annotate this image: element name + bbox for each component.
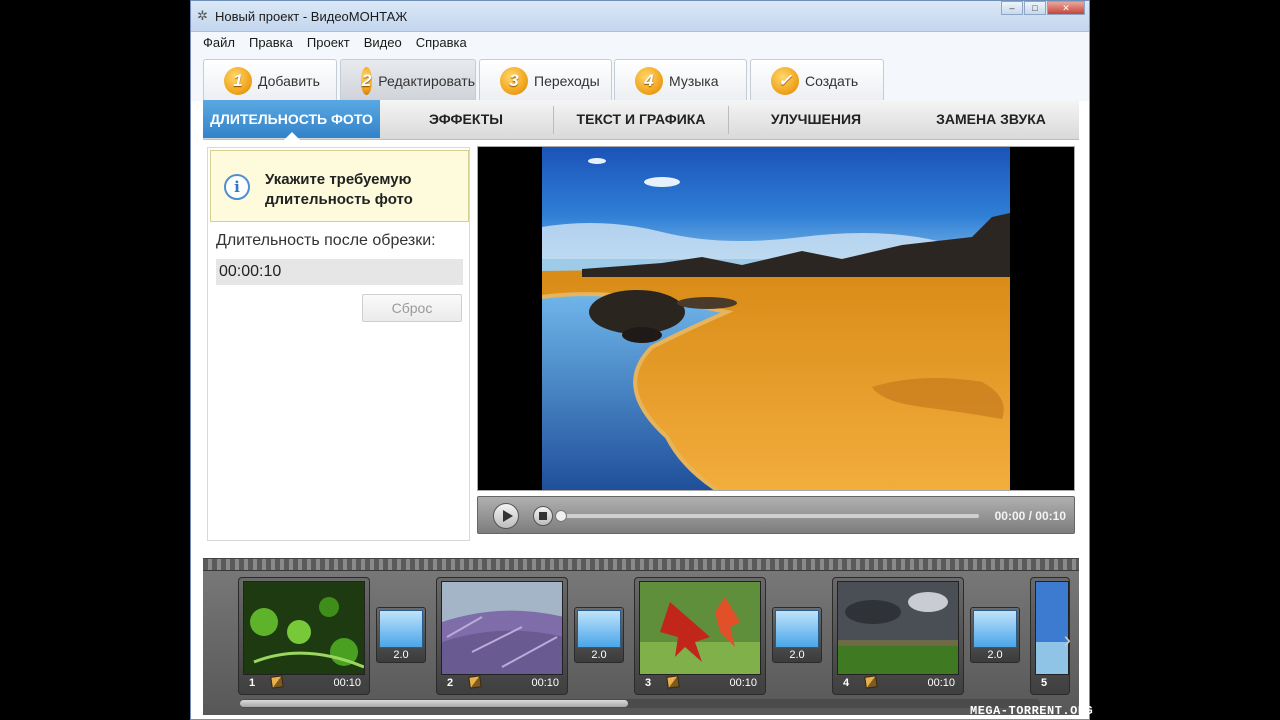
transition-duration: 2.0 xyxy=(591,649,607,661)
step-label: Редактировать xyxy=(378,72,475,89)
duration-field[interactable] xyxy=(216,259,463,285)
green-leaves-thumbnail xyxy=(244,582,364,674)
window-title: Новый проект - ВидеоМОНТАЖ xyxy=(215,9,408,24)
transition-preview xyxy=(577,610,621,648)
step-number-badge: 1 xyxy=(224,66,252,95)
step-label: Переходы xyxy=(534,72,600,89)
step-create[interactable]: ✓ Создать xyxy=(750,59,884,101)
clip-number: 5 xyxy=(1041,677,1048,689)
step-label: Музыка xyxy=(669,72,719,89)
step-number-badge: 4 xyxy=(635,66,663,95)
app-window: ✲ Новый проект - ВидеоМОНТАЖ – □ ✕ Файл … xyxy=(190,0,1090,720)
menu-file[interactable]: Файл xyxy=(203,32,235,54)
preview-photo xyxy=(542,147,1010,490)
transition-preview xyxy=(379,610,423,648)
edit-tabs: ДЛИТЕЛЬНОСТЬ ФОТО ЭФФЕКТЫ ТЕКСТ И ГРАФИК… xyxy=(203,100,1079,140)
clip-thumbnail xyxy=(837,581,959,675)
transition-duration: 2.0 xyxy=(789,649,805,661)
player-controls: 00:00 / 00:10 xyxy=(477,496,1075,534)
transition-slot[interactable]: 2.0 xyxy=(376,607,426,663)
duration-label: Длительность после обрезки: xyxy=(216,232,436,249)
clip-number: 3 xyxy=(645,677,652,689)
step-label: Добавить xyxy=(258,72,320,89)
transition-slot[interactable]: 2.0 xyxy=(772,607,822,663)
step-number-badge: 2 xyxy=(361,66,373,95)
transition-duration: 2.0 xyxy=(393,649,409,661)
step-edit[interactable]: 2 Редактировать xyxy=(340,59,476,101)
red-leaf-thumbnail xyxy=(640,582,760,674)
step-number-badge: 3 xyxy=(500,66,528,95)
pencil-icon[interactable] xyxy=(666,675,680,689)
window-controls: – □ ✕ xyxy=(1000,1,1085,15)
clip-number: 4 xyxy=(843,677,850,689)
transition-slot[interactable]: 2.0 xyxy=(574,607,624,663)
step-transitions[interactable]: 3 Переходы xyxy=(479,59,612,101)
step-add[interactable]: 1 Добавить xyxy=(203,59,337,101)
workflow-steps: 1 Добавить 2 Редактировать 3 Переходы 4 … xyxy=(191,54,1089,101)
menu-project[interactable]: Проект xyxy=(307,32,350,54)
watermark-text: MEGA-TORRENT.ORG xyxy=(970,704,1094,718)
scrollbar-thumb[interactable] xyxy=(240,700,628,707)
timeline-clip[interactable]: 2 00:10 xyxy=(436,577,568,695)
lavender-thumbnail xyxy=(442,582,562,674)
tab-effects[interactable]: ЭФФЕКТЫ xyxy=(380,100,552,138)
duration-panel: i Укажите требуемую длительность фото Дл… xyxy=(207,147,470,541)
info-icon: i xyxy=(224,174,250,200)
checkmark-icon: ✓ xyxy=(771,66,799,95)
pencil-icon[interactable] xyxy=(270,675,284,689)
transition-duration: 2.0 xyxy=(987,649,1003,661)
menu-bar: Файл Правка Проект Видео Справка xyxy=(191,32,1089,54)
seek-handle[interactable] xyxy=(555,510,567,522)
minimize-button[interactable]: – xyxy=(1001,1,1023,15)
transition-slot[interactable]: 2.0 xyxy=(970,607,1020,663)
menu-video[interactable]: Видео xyxy=(364,32,402,54)
clip-thumbnail xyxy=(243,581,365,675)
tab-text-graphics[interactable]: ТЕКСТ И ГРАФИКА xyxy=(554,100,728,138)
film-strip-decoration xyxy=(203,559,1079,571)
step-label: Создать xyxy=(805,72,859,89)
pencil-icon[interactable] xyxy=(468,675,482,689)
play-icon[interactable] xyxy=(493,503,519,529)
seek-bar[interactable] xyxy=(559,514,979,518)
clip-thumbnail xyxy=(639,581,761,675)
timeline-clip[interactable]: 4 00:10 xyxy=(832,577,964,695)
transition-preview xyxy=(973,610,1017,648)
time-readout: 00:00 / 00:10 xyxy=(994,509,1066,523)
app-gear-icon: ✲ xyxy=(197,8,208,23)
clip-duration: 00:10 xyxy=(729,677,757,689)
pencil-icon[interactable] xyxy=(864,675,878,689)
clip-duration: 00:10 xyxy=(531,677,559,689)
timeline-clip[interactable]: 3 00:10 xyxy=(634,577,766,695)
close-button[interactable]: ✕ xyxy=(1047,1,1085,15)
timeline-scrollbar[interactable] xyxy=(240,699,1040,708)
clip-duration: 00:10 xyxy=(927,677,955,689)
info-box: i Укажите требуемую длительность фото xyxy=(210,150,469,222)
menu-edit[interactable]: Правка xyxy=(249,32,293,54)
stop-icon[interactable] xyxy=(533,506,553,526)
menu-help[interactable]: Справка xyxy=(416,32,467,54)
reset-button[interactable]: Сброс xyxy=(362,294,462,322)
chevron-right-icon[interactable]: › xyxy=(1064,627,1071,653)
clip-duration: 00:10 xyxy=(333,677,361,689)
transition-preview xyxy=(775,610,819,648)
title-bar: ✲ Новый проект - ВидеоМОНТАЖ – □ ✕ xyxy=(191,1,1089,32)
maximize-button[interactable]: □ xyxy=(1024,1,1046,15)
tab-enhancements[interactable]: УЛУЧШЕНИЯ xyxy=(729,100,903,138)
storyboard-timeline: 1 00:10 2.0 2 00:10 2.0 3 00:10 2.0 4 00… xyxy=(203,558,1079,715)
stormy-field-thumbnail xyxy=(838,582,958,674)
tab-replace-audio[interactable]: ЗАМЕНА ЗВУКА xyxy=(903,100,1079,138)
tab-photo-duration[interactable]: ДЛИТЕЛЬНОСТЬ ФОТО xyxy=(203,100,380,140)
info-message: Укажите требуемую длительность фото xyxy=(265,171,413,208)
video-preview xyxy=(477,146,1075,491)
timeline-clip[interactable]: 1 00:10 xyxy=(238,577,370,695)
clip-thumbnail xyxy=(441,581,563,675)
clip-number: 2 xyxy=(447,677,454,689)
clip-number: 1 xyxy=(249,677,256,689)
step-music[interactable]: 4 Музыка xyxy=(614,59,747,101)
beach-photo-image xyxy=(542,147,1010,490)
